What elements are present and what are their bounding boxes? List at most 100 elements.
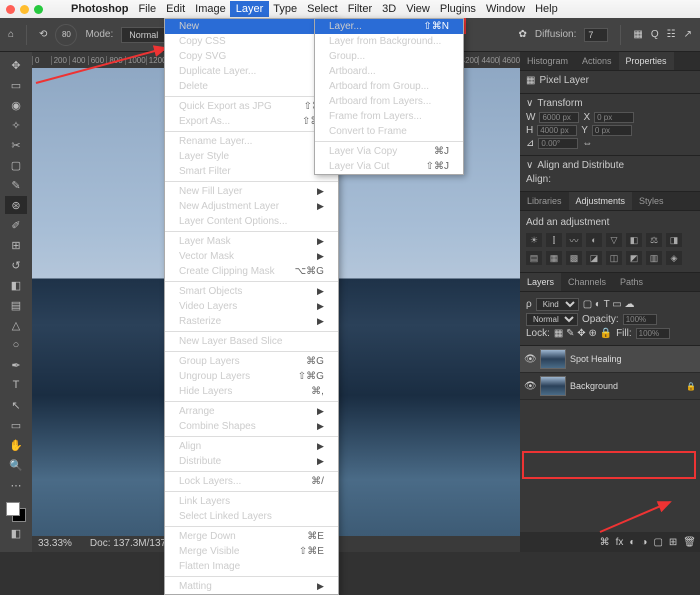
menu-item[interactable]: New Fill Layer▶ bbox=[165, 184, 338, 199]
menu-item[interactable]: Create Clipping Mask⌥⌘G bbox=[165, 264, 338, 279]
settings-icon[interactable]: ✿ bbox=[519, 29, 527, 40]
wand-tool-icon[interactable]: ✧ bbox=[5, 116, 27, 134]
layer-item[interactable]: 👁 Background 🔒 bbox=[520, 373, 700, 400]
share-icon[interactable]: ↗ bbox=[684, 29, 692, 40]
fx-icon[interactable]: fx bbox=[616, 537, 624, 548]
menu-help[interactable]: Help bbox=[535, 3, 558, 15]
adj-exposure-icon[interactable]: ◐ bbox=[586, 233, 602, 247]
type-tool-icon[interactable]: T bbox=[5, 376, 27, 394]
layer-thumb[interactable] bbox=[540, 349, 566, 369]
pen-tool-icon[interactable]: ✒ bbox=[5, 356, 27, 374]
tab-channels[interactable]: Channels bbox=[561, 273, 613, 291]
menu-item[interactable]: Copy CSS bbox=[165, 34, 338, 49]
transform-y[interactable] bbox=[592, 125, 632, 136]
menu-item[interactable]: Frame from Layers... bbox=[315, 109, 463, 124]
menu-item[interactable]: Layer Mask▶ bbox=[165, 234, 338, 249]
transform-w[interactable] bbox=[539, 112, 579, 123]
tab-actions[interactable]: Actions bbox=[575, 52, 619, 70]
history-brush-icon[interactable]: ↺ bbox=[5, 256, 27, 274]
app-name[interactable]: Photoshop bbox=[71, 3, 128, 15]
menu-item[interactable]: Layer from Background... bbox=[315, 34, 463, 49]
move-tool-icon[interactable]: ✥ bbox=[5, 56, 27, 74]
menu-item[interactable]: New▶ bbox=[165, 19, 338, 34]
menu-item[interactable]: Smart Objects▶ bbox=[165, 284, 338, 299]
visibility-icon[interactable]: 👁 bbox=[524, 381, 536, 392]
menu-item[interactable]: Lock Layers...⌘/ bbox=[165, 474, 338, 489]
menu-item[interactable]: Duplicate Layer... bbox=[165, 64, 338, 79]
quick-mask-icon[interactable]: ◧ bbox=[5, 524, 27, 542]
path-tool-icon[interactable]: ↖ bbox=[5, 396, 27, 414]
menu-item[interactable]: Artboard from Layers... bbox=[315, 94, 463, 109]
adj-gradient-icon[interactable]: ▥ bbox=[646, 251, 662, 265]
marquee-tool-icon[interactable]: ▭ bbox=[5, 76, 27, 94]
transform-x[interactable] bbox=[594, 112, 634, 123]
frame-tool-icon[interactable]: ▢ bbox=[5, 156, 27, 174]
tab-paths[interactable]: Paths bbox=[613, 273, 650, 291]
menu-item[interactable]: Video Layers▶ bbox=[165, 299, 338, 314]
menu-plugins[interactable]: Plugins bbox=[440, 3, 476, 15]
tab-properties[interactable]: Properties bbox=[619, 52, 674, 70]
adj-brightness-icon[interactable]: ☀ bbox=[526, 233, 542, 247]
adj-levels-icon[interactable]: ⫿ bbox=[546, 233, 562, 247]
opacity-input[interactable] bbox=[623, 314, 657, 325]
home-icon[interactable]: ⌂ bbox=[8, 29, 14, 40]
spot-healing-icon[interactable]: ⟲ bbox=[39, 29, 47, 40]
flip-icon[interactable]: ⇔ bbox=[582, 138, 592, 149]
stamp-tool-icon[interactable]: ⊞ bbox=[5, 236, 27, 254]
adj-photo-icon[interactable]: ▤ bbox=[526, 251, 542, 265]
menu-item[interactable]: Export As...⇧⌘" bbox=[165, 114, 338, 129]
workspace-icon[interactable]: ☷ bbox=[667, 29, 676, 40]
layer-kind-select[interactable]: Kind bbox=[536, 298, 579, 311]
tab-layers[interactable]: Layers bbox=[520, 273, 561, 291]
adj-hue-icon[interactable]: ◧ bbox=[626, 233, 642, 247]
brush-size[interactable]: 80 bbox=[55, 24, 77, 46]
crop-tool-icon[interactable]: ✂ bbox=[5, 136, 27, 154]
blur-tool-icon[interactable]: △ bbox=[5, 316, 27, 334]
adj-poster-icon[interactable]: ◫ bbox=[606, 251, 622, 265]
menu-item[interactable]: Hide Layers⌘, bbox=[165, 384, 338, 399]
visibility-icon[interactable]: 👁 bbox=[524, 354, 536, 365]
menu-3d[interactable]: 3D bbox=[382, 3, 396, 15]
new-layer-icon[interactable]: ⊞ bbox=[669, 537, 677, 548]
menu-image[interactable]: Image bbox=[195, 3, 226, 15]
healing-tool-icon[interactable]: ⊛ bbox=[5, 196, 27, 214]
transform-h[interactable] bbox=[537, 125, 577, 136]
brush-tool-icon[interactable]: ✐ bbox=[5, 216, 27, 234]
menu-window[interactable]: Window bbox=[486, 3, 525, 15]
menu-item[interactable]: New Layer Based Slice bbox=[165, 334, 338, 349]
delete-icon[interactable]: 🗑 bbox=[683, 537, 696, 548]
zoom-tool-icon[interactable]: 🔍 bbox=[5, 456, 27, 474]
menu-item[interactable]: Artboard... bbox=[315, 64, 463, 79]
menu-edit[interactable]: Edit bbox=[166, 3, 185, 15]
menu-item[interactable]: Layer Via Copy⌘J bbox=[315, 144, 463, 159]
gradient-tool-icon[interactable]: ▤ bbox=[5, 296, 27, 314]
mask-icon[interactable]: ◐ bbox=[629, 537, 635, 548]
adj-bw-icon[interactable]: ◨ bbox=[666, 233, 682, 247]
adj-mixer-icon[interactable]: ▦ bbox=[546, 251, 562, 265]
menu-item[interactable]: Matting▶ bbox=[165, 579, 338, 594]
menu-layer[interactable]: Layer bbox=[230, 1, 270, 17]
menu-item[interactable]: Group... bbox=[315, 49, 463, 64]
adj-curves-icon[interactable]: 〰 bbox=[566, 233, 582, 247]
menu-filter[interactable]: Filter bbox=[348, 3, 372, 15]
dodge-tool-icon[interactable]: ○ bbox=[5, 336, 27, 354]
layer-thumb[interactable] bbox=[540, 376, 566, 396]
menu-item[interactable]: Group Layers⌘G bbox=[165, 354, 338, 369]
search-icon[interactable]: Q bbox=[651, 29, 659, 40]
color-swatch[interactable] bbox=[6, 502, 26, 522]
menu-item[interactable]: Merge Down⌘E bbox=[165, 529, 338, 544]
maximize-window-icon[interactable] bbox=[34, 5, 43, 14]
blend-mode-select[interactable]: Normal bbox=[526, 313, 578, 326]
layer-item[interactable]: 👁 Spot Healing bbox=[520, 346, 700, 373]
menu-item[interactable]: Flatten Image bbox=[165, 559, 338, 574]
tab-adjustments[interactable]: Adjustments bbox=[569, 192, 633, 210]
adj-invert-icon[interactable]: ◪ bbox=[586, 251, 602, 265]
adj-selective-icon[interactable]: ◈ bbox=[666, 251, 682, 265]
minimize-window-icon[interactable] bbox=[20, 5, 29, 14]
close-window-icon[interactable] bbox=[6, 5, 15, 14]
menu-select[interactable]: Select bbox=[307, 3, 338, 15]
eyedropper-tool-icon[interactable]: ✎ bbox=[5, 176, 27, 194]
adj-vibrance-icon[interactable]: ▽ bbox=[606, 233, 622, 247]
menu-type[interactable]: Type bbox=[273, 3, 297, 15]
lasso-tool-icon[interactable]: ◉ bbox=[5, 96, 27, 114]
